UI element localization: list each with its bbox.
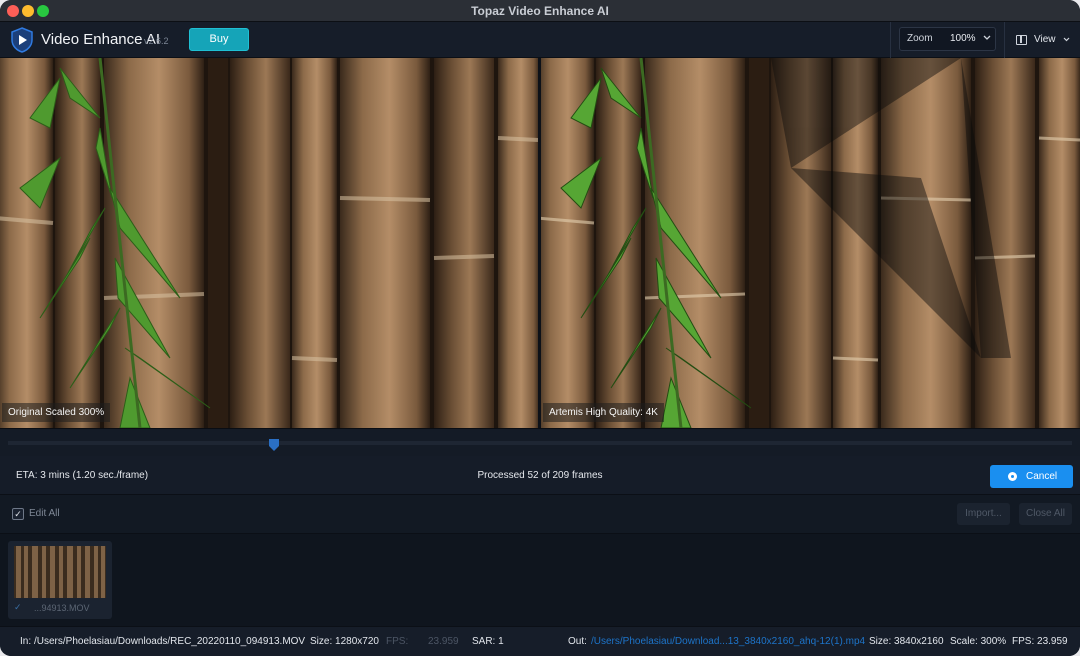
- thumbnail-image: [14, 546, 106, 598]
- original-pane-label: Original Scaled 300%: [2, 403, 111, 422]
- buy-button[interactable]: Buy: [189, 28, 249, 51]
- output-fps: FPS: 23.959: [1012, 636, 1068, 647]
- app-window: Topaz Video Enhance AI Video Enhance AI …: [0, 0, 1080, 656]
- maximize-window-button[interactable]: [37, 5, 49, 17]
- edit-all-checkbox[interactable]: ✓: [12, 508, 24, 520]
- input-fps-label: FPS:: [386, 636, 409, 647]
- input-size: Size: 1280x720: [310, 636, 379, 647]
- title-bar: Topaz Video Enhance AI: [0, 0, 1080, 22]
- zoom-dropdown[interactable]: Zoom 100%: [899, 27, 996, 51]
- view-label: View: [1034, 34, 1056, 45]
- bamboo-frame-enhanced: [541, 58, 1080, 428]
- bamboo-frame-original: [0, 58, 538, 428]
- processed-frames-text: Processed 52 of 209 frames: [477, 470, 603, 481]
- app-header: Video Enhance AI v2.6.2 Buy Zoom 100% Vi…: [0, 22, 1080, 58]
- file-thumbnails: ✓ ...94913.MOV: [0, 534, 1080, 626]
- playhead-handle[interactable]: [269, 439, 279, 451]
- close-all-button[interactable]: Close All: [1019, 503, 1072, 525]
- edit-toolbar: ✓ Edit All Import... Close All: [0, 495, 1080, 534]
- video-thumbnail[interactable]: ✓ ...94913.MOV: [8, 541, 112, 619]
- input-fps-value: 23.959: [428, 636, 459, 647]
- file-info-bar: In: /Users/Phoelasiau/Downloads/REC_2022…: [0, 626, 1080, 656]
- chevron-down-icon: [1063, 37, 1070, 42]
- chevron-down-icon: [983, 35, 991, 40]
- zoom-label: Zoom: [907, 33, 933, 44]
- input-label: In:: [20, 636, 32, 647]
- progress-status-row: ETA: 3 mins (1.20 sec./frame) Processed …: [0, 456, 1080, 495]
- output-label: Out:: [568, 636, 587, 647]
- thumbnail-filename: ...94913.MOV: [34, 603, 90, 613]
- view-menu[interactable]: View: [1004, 22, 1080, 58]
- enhanced-pane-label: Artemis High Quality: 4K: [543, 403, 664, 422]
- input-path: /Users/Phoelasiau/Downloads/REC_20220110…: [34, 636, 306, 647]
- import-button[interactable]: Import...: [957, 503, 1010, 525]
- app-name: Video Enhance AI: [41, 31, 160, 48]
- app-version: v2.6.2: [144, 36, 169, 46]
- original-preview-pane: Original Scaled 300%: [0, 58, 538, 428]
- output-path-link[interactable]: /Users/Phoelasiau/Download...13_3840x216…: [591, 636, 865, 647]
- split-view-icon: [1016, 35, 1027, 45]
- video-preview[interactable]: Original Scaled 300% Artemis High Qualit…: [0, 58, 1080, 428]
- cancel-label: Cancel: [1026, 471, 1058, 482]
- close-window-button[interactable]: [7, 5, 19, 17]
- stop-icon: [1008, 472, 1017, 481]
- topaz-logo-icon: [11, 27, 33, 53]
- edit-all-label: Edit All: [29, 508, 60, 519]
- enhanced-preview-pane: Artemis High Quality: 4K: [541, 58, 1080, 428]
- window-title: Topaz Video Enhance AI: [471, 4, 609, 18]
- zoom-control: Zoom 100%: [890, 22, 1004, 58]
- minimize-window-button[interactable]: [22, 5, 34, 17]
- thumbnail-check-icon[interactable]: ✓: [14, 602, 22, 613]
- output-size: Size: 3840x2160: [869, 636, 944, 647]
- input-sar: SAR: 1: [472, 636, 504, 647]
- timeline[interactable]: [0, 428, 1080, 456]
- output-scale: Scale: 300%: [950, 636, 1007, 647]
- zoom-value: 100%: [950, 33, 976, 44]
- timeline-track[interactable]: [8, 441, 1072, 445]
- cancel-button[interactable]: Cancel: [990, 465, 1073, 488]
